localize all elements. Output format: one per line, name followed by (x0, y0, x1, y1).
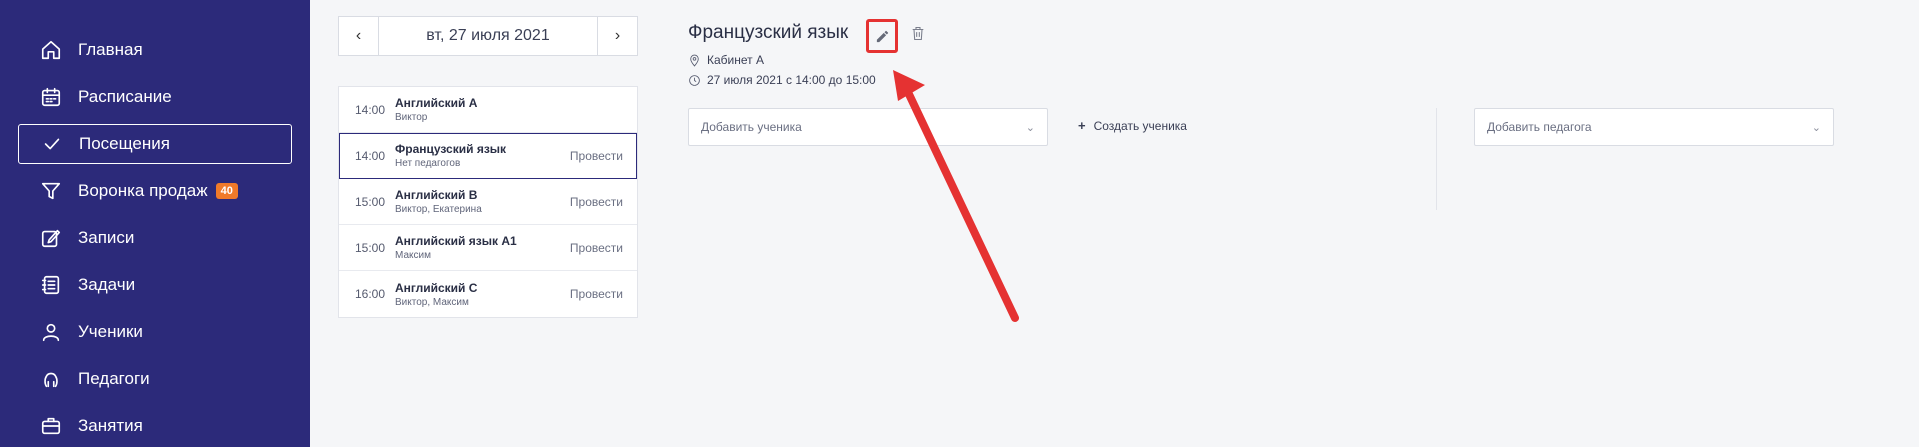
sidebar-item-label: Задачи (78, 275, 136, 294)
clock-icon (689, 74, 700, 86)
lesson-item[interactable]: 15:00 Английский В Виктор, Екатерина Пров… (339, 179, 637, 225)
user-icon (40, 321, 62, 343)
briefcase-icon (40, 415, 62, 437)
location-pin-icon (690, 54, 699, 67)
sidebar-item-label: Расписание (78, 87, 172, 106)
date-switcher: ‹ вт, 27 июля 2021 › (338, 16, 638, 56)
lesson-time: 15:00 (355, 240, 386, 255)
edit-lesson-button[interactable] (866, 19, 898, 53)
lesson-time: 14:00 (355, 102, 386, 117)
conduct-button[interactable]: Провести (570, 149, 623, 163)
lesson-list: 14:00 Английский А Виктор 14:00 Французск… (338, 86, 638, 318)
lesson-room: Кабинет А (688, 53, 764, 67)
sidebar-item-label: Занятия (78, 416, 143, 435)
teacher-icon (40, 368, 62, 390)
sidebar-item-home[interactable]: Главная (18, 30, 292, 70)
sidebar-item-tasks[interactable]: Задачи (18, 265, 292, 305)
add-teacher-placeholder: Добавить педагога (1487, 120, 1592, 134)
lesson-item[interactable]: 14:00 Французский язык Нет педагогов Пров… (339, 133, 637, 179)
sidebar-item-records[interactable]: Записи (18, 218, 292, 258)
edit-note-icon (40, 227, 62, 249)
lesson-time-range: 27 июля 2021 с 14:00 до 15:00 (688, 73, 876, 87)
lesson-time: 14:00 (355, 148, 386, 163)
home-icon (40, 39, 62, 61)
room-label: Кабинет А (707, 53, 764, 67)
lesson-time: 16:00 (355, 287, 386, 301)
conduct-button[interactable]: Провести (570, 287, 623, 301)
chevron-down-icon: ⌄ (1811, 121, 1821, 134)
plus-icon: + (1078, 118, 1086, 133)
chevron-right-icon: › (614, 27, 621, 44)
check-icon (41, 133, 63, 155)
conduct-button[interactable]: Провести (570, 241, 623, 255)
lesson-time: 15:00 (355, 194, 386, 209)
sidebar-item-teachers[interactable]: Педагоги (18, 359, 292, 399)
funnel-icon (40, 180, 62, 202)
sidebar-item-sales-funnel[interactable]: Воронка продаж 40 (18, 171, 292, 211)
pencil-icon (876, 30, 888, 42)
sidebar: Главная Расписание Посещения Воронка про… (0, 0, 310, 447)
current-date: вт, 27 июля 2021 (426, 27, 550, 44)
lesson-title: Английский А (395, 96, 478, 110)
prev-day-button[interactable]: ‹ (339, 17, 379, 55)
next-day-button[interactable]: › (597, 17, 637, 55)
lesson-item[interactable]: 16:00 Английский С Виктор, Максим Провест… (339, 271, 637, 317)
sidebar-item-label: Воронка продаж (78, 181, 208, 200)
add-teacher-select[interactable]: Добавить педагога ⌄ (1474, 108, 1834, 146)
create-student-link[interactable]: + Создать ученика (1078, 118, 1187, 133)
sidebar-item-attendance[interactable]: Посещения (18, 124, 292, 164)
sidebar-item-lessons[interactable]: Занятия (18, 406, 292, 446)
sidebar-item-label: Посещения (79, 134, 170, 153)
trash-icon (912, 26, 924, 40)
sidebar-item-label: Главная (78, 40, 143, 59)
time-range-label: 27 июля 2021 с 14:00 до 15:00 (707, 73, 876, 87)
lesson-teachers: Виктор (395, 112, 428, 123)
notification-badge: 40 (215, 183, 238, 199)
calendar-icon (40, 86, 62, 108)
lesson-item[interactable]: 14:00 Английский А Виктор (339, 87, 637, 133)
chevron-down-icon: ⌄ (1025, 121, 1035, 134)
chevron-left-icon: ‹ (355, 27, 362, 44)
sidebar-item-label: Записи (78, 228, 135, 247)
sidebar-item-label: Педагоги (78, 369, 150, 388)
delete-lesson-button[interactable] (908, 22, 928, 44)
column-divider (1436, 108, 1437, 210)
lesson-item[interactable]: 15:00 Английский язык А1 Максим Провести (339, 225, 637, 271)
sidebar-item-students[interactable]: Ученики (18, 312, 292, 352)
sidebar-item-label: Ученики (78, 322, 143, 341)
tasks-icon (40, 274, 62, 296)
create-student-label: Создать ученика (1093, 118, 1187, 133)
add-student-placeholder: Добавить ученика (701, 120, 802, 134)
conduct-button[interactable]: Провести (570, 195, 623, 209)
lesson-detail-title: Французский язык (688, 22, 849, 43)
sidebar-item-schedule[interactable]: Расписание (18, 77, 292, 117)
add-student-select[interactable]: Добавить ученика ⌄ (688, 108, 1048, 146)
